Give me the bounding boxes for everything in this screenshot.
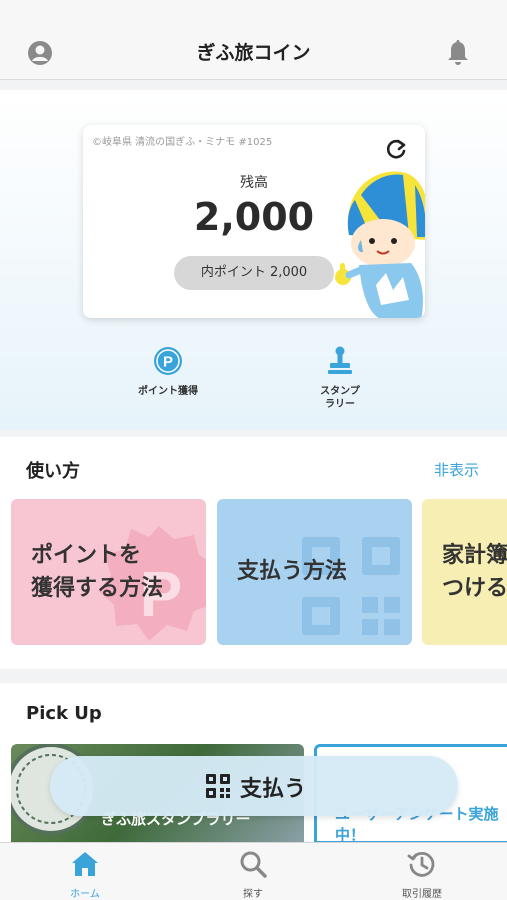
bottom-tab-bar: ホーム 探す 取引履歴	[0, 842, 507, 900]
home-icon	[72, 852, 98, 876]
balance-card[interactable]: ©岐阜県 清流の国ぎふ・ミナモ #1025 残高 2,000 内ポイント 2,0…	[83, 125, 425, 318]
point-icon: P	[154, 347, 182, 375]
stamp-rally-label-line2: ラリー	[325, 399, 355, 410]
howto-title: 使い方	[26, 461, 80, 482]
history-icon	[407, 851, 435, 877]
qr-code-icon	[206, 774, 230, 798]
stamp-rally-label-line1: スタンプ	[320, 386, 360, 397]
tile-earn-line1: ポイントを	[31, 543, 142, 568]
card-location: ©岐阜県 清流の国ぎふ・ミナモ #1025	[92, 137, 273, 148]
tile-pay-label: 支払う方法	[237, 559, 348, 584]
pay-button[interactable]: 支払う	[50, 756, 458, 816]
bell-icon[interactable]	[445, 39, 471, 67]
pickup-title: Pick Up	[26, 703, 102, 724]
tile-household-line1: 家計簿	[442, 543, 507, 568]
stamp-rally-button[interactable]: スタンプ ラリー	[280, 345, 400, 411]
tab-home-label: ホーム	[70, 889, 100, 900]
hide-link[interactable]: 非表示	[434, 459, 479, 480]
howto-tile-pay[interactable]: 支払う方法	[217, 499, 412, 645]
wallet-section: ©岐阜県 清流の国ぎふ・ミナモ #1025 残高 2,000 内ポイント 2,0…	[0, 90, 507, 430]
pay-button-label: 支払う	[240, 777, 307, 802]
search-icon	[240, 851, 267, 878]
tab-search[interactable]: 探す	[203, 849, 303, 900]
howto-tile-household[interactable]: 家計簿 つける	[422, 499, 507, 645]
tab-home[interactable]: ホーム	[35, 849, 135, 900]
tab-history-label: 取引履歴	[402, 889, 442, 900]
tab-search-label: 探す	[243, 889, 263, 900]
app-header: ぎふ旅コイン	[0, 0, 507, 80]
refresh-icon[interactable]	[383, 137, 409, 163]
points-pill: 内ポイント 2,000	[174, 256, 334, 290]
stamp-icon	[328, 346, 352, 374]
app-title: ぎふ旅コイン	[196, 42, 311, 64]
tile-earn-line2: 獲得する方法	[31, 576, 164, 601]
qr-code-icon	[302, 537, 400, 635]
earn-points-button[interactable]: P ポイント獲得	[108, 345, 228, 398]
mascot-illustration	[335, 171, 425, 318]
earn-points-label: ポイント獲得	[138, 386, 198, 397]
tile-household-line2: つける	[442, 576, 507, 601]
howto-section: 使い方 非表示 P ポイントを 獲得する方法 支払う方法 家計簿 つける	[0, 437, 507, 669]
tab-history[interactable]: 取引履歴	[372, 849, 472, 900]
svg-text:P: P	[163, 354, 173, 371]
howto-tile-earn-points[interactable]: P ポイントを 獲得する方法	[11, 499, 206, 645]
